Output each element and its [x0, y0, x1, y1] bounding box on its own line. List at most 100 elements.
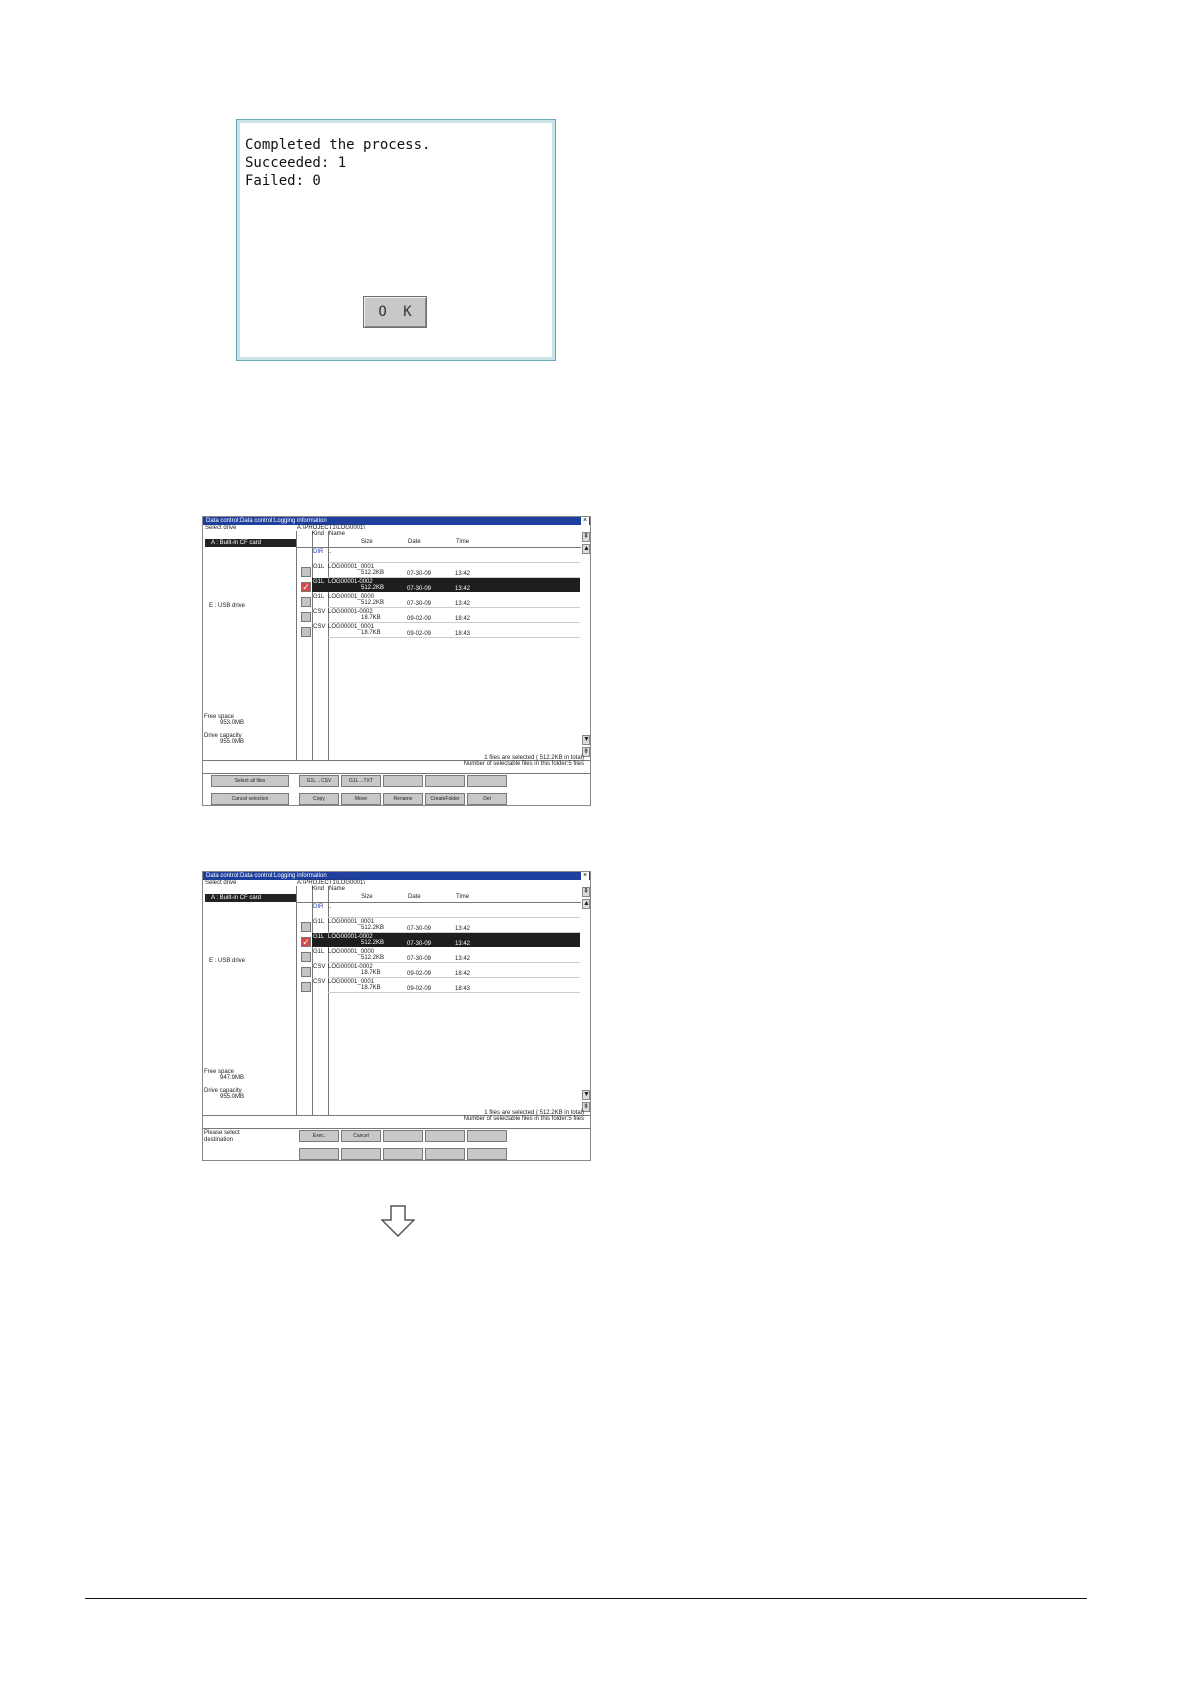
scroll-top-icon[interactable]: ⇞ [582, 532, 590, 542]
row-rule [328, 637, 580, 638]
row-size: 512.2KB [361, 585, 385, 591]
create-folder-button[interactable]: CreateFolder [425, 793, 465, 805]
row-checkbox[interactable] [301, 627, 311, 637]
free-space-value: 953.0MB [220, 720, 245, 726]
table-row[interactable]: DIR .. [295, 903, 580, 918]
selectable-count: Number of selectable files in this folde… [463, 1116, 584, 1122]
drive-capacity: Drive capacity 955.0MB [204, 733, 244, 745]
select-all-files-button[interactable]: Select all files [211, 775, 289, 787]
exec-button[interactable]: Exec. [299, 1130, 339, 1142]
drive-a-item[interactable]: A : Built-in CF card [205, 539, 296, 547]
row-kind: DIR [313, 549, 324, 555]
row-name: .. [328, 904, 332, 910]
row-kind: CSV [313, 624, 326, 630]
window-title: Data control:Data control:Logging inform… [206, 518, 327, 524]
select-destination-prompt: Please select destination [204, 1130, 240, 1144]
empty-button[interactable] [383, 1130, 423, 1142]
row-name: .. [328, 549, 332, 555]
table-row[interactable]: CSV LOG00001-0002 18.7KB 09-02-09 18:42 [295, 963, 580, 978]
row-kind: G1L [313, 564, 325, 570]
empty-button[interactable] [383, 1148, 423, 1160]
drive-e-item[interactable]: E : USB drive [209, 958, 245, 964]
empty-button[interactable] [467, 1148, 507, 1160]
row-size: 512.2KB [361, 925, 385, 931]
move-button[interactable]: Move [341, 793, 381, 805]
title-bar: Data control:Data control:Logging inform… [203, 517, 590, 525]
rename-button[interactable]: Rename [383, 793, 423, 805]
prompt-line-2: destination [204, 1137, 234, 1143]
row-date: 07-30-09 [407, 941, 432, 947]
delete-button[interactable]: Del [467, 793, 507, 805]
checkmark-icon[interactable]: ✓ [301, 582, 311, 592]
empty-button[interactable] [425, 775, 465, 787]
row-kind: G1L [313, 934, 325, 940]
table-row-selected[interactable]: ✓ G1L LOG00001-0002 512.2KB 07-30-09 13:… [295, 933, 580, 948]
table-row[interactable]: CSV LOG00001_0001 18.7KB 09-02-09 18:43 [295, 978, 580, 993]
row-checkbox[interactable] [301, 567, 311, 577]
scroll-up-icon[interactable]: ▲ [582, 899, 590, 909]
checkmark-icon[interactable]: ✓ [301, 937, 311, 947]
divider [203, 1128, 590, 1129]
empty-button[interactable] [383, 775, 423, 787]
row-kind: G1L [313, 949, 325, 955]
file-manager-screen-2: Data control:Data control:Logging inform… [202, 871, 591, 1161]
empty-button[interactable] [341, 1148, 381, 1160]
g1l-csv-button[interactable]: G1L→CSV [299, 775, 339, 787]
row-checkbox[interactable] [301, 982, 311, 992]
selectable-count: Number of selectable files in this folde… [463, 761, 584, 767]
scroll-down-icon[interactable]: ▼ [582, 1090, 590, 1100]
table-row[interactable]: G1L LOG00001_0001 512.2KB 07-30-09 13:42 [295, 918, 580, 933]
scroll-top-icon[interactable]: ⇞ [582, 887, 590, 897]
scroll-up-icon[interactable]: ▲ [582, 544, 590, 554]
row-checkbox[interactable] [301, 967, 311, 977]
table-row-selected[interactable]: ✓ G1L LOG00001-0002 512.2KB 07-30-09 13:… [295, 578, 580, 593]
row-checkbox[interactable] [301, 952, 311, 962]
g1l-txt-button[interactable]: G1L→TXT [341, 775, 381, 787]
drive-a-item[interactable]: A : Built-in CF card [205, 894, 296, 902]
empty-button[interactable] [425, 1130, 465, 1142]
dialog-line-completed: Completed the process. [245, 137, 431, 153]
row-size: 512.2KB [361, 955, 385, 961]
row-rule [328, 992, 580, 993]
header-date: Date [408, 894, 421, 900]
table-row[interactable]: G1L LOG00001_0000 512.2KB 07-30-09 13:42 [295, 593, 580, 608]
window-title: Data control:Data control:Logging inform… [206, 873, 327, 879]
dialog-message: Completed the process. Succeeded: 1 Fail… [245, 136, 430, 190]
completion-dialog: Completed the process. Succeeded: 1 Fail… [236, 119, 556, 361]
empty-button[interactable] [299, 1148, 339, 1160]
table-row[interactable]: G1L LOG00001_0001 512.2KB 07-30-09 13:42 [295, 563, 580, 578]
row-size: 18.7KB [361, 615, 381, 621]
copy-button[interactable]: Copy [299, 793, 339, 805]
header-kind: Kind [312, 886, 325, 892]
row-checkbox[interactable] [301, 922, 311, 932]
select-drive-label: Select drive [205, 525, 237, 531]
cancel-button[interactable]: Cancel [341, 1130, 381, 1142]
table-row[interactable]: G1L LOG00001_0000 512.2KB 07-30-09 13:42 [295, 948, 580, 963]
title-bar: Data control:Data control:Logging inform… [203, 872, 590, 880]
table-row[interactable]: DIR .. [295, 548, 580, 563]
row-checkbox[interactable] [301, 612, 311, 622]
close-icon[interactable]: × [581, 872, 589, 880]
row-kind: CSV [313, 964, 326, 970]
header-size: Size [361, 539, 373, 545]
cancel-selection-button[interactable]: Cancel selection [211, 793, 289, 805]
header-size: Size [361, 894, 373, 900]
footer-rule [85, 1598, 1087, 1599]
empty-button[interactable] [467, 1130, 507, 1142]
drive-e-item[interactable]: E : USB drive [209, 603, 245, 609]
row-kind: G1L [313, 594, 325, 600]
empty-button[interactable] [425, 1148, 465, 1160]
table-row[interactable]: CSV LOG00001_0001 18.7KB 09-02-09 18:43 [295, 623, 580, 638]
row-kind: G1L [313, 579, 325, 585]
close-icon[interactable]: × [581, 517, 589, 525]
ok-button[interactable]: O K [363, 296, 427, 328]
row-size: 512.2KB [361, 940, 385, 946]
table-row[interactable]: CSV LOG00001-0002 18.7KB 09-02-09 18:42 [295, 608, 580, 623]
drive-capacity-value: 955.0MB [220, 739, 245, 745]
row-checkbox[interactable] [301, 597, 311, 607]
row-size: 512.2KB [361, 570, 385, 576]
scroll-down-icon[interactable]: ▼ [582, 735, 590, 745]
header-name: Name [329, 531, 346, 537]
empty-button[interactable] [467, 775, 507, 787]
row-size: 18.7KB [361, 970, 381, 976]
